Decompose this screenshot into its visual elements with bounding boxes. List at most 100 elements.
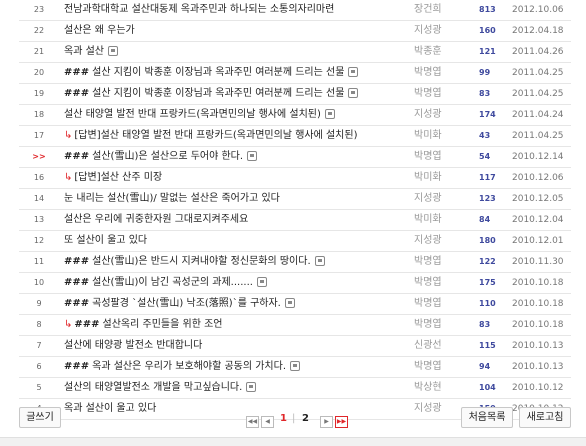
post-title-text[interactable]: 설산(雪山)은 설산으로 두어야 한다. [92,151,243,162]
post-number: 8 [36,320,42,329]
post-author[interactable]: 박명엽 [414,294,462,314]
post-title-text[interactable]: 설산옥리 주민들을 위한 조언 [103,319,223,330]
post-author[interactable]: 지성광 [414,189,462,209]
post-prefix: ### [64,256,90,267]
post-date: 2010.10.18 [512,299,564,309]
list-item[interactable]: 10 ### 설산(雪山)이 남긴 곡성군의 과제....... 박명엽 175 2010… [19,273,571,294]
post-author[interactable]: 신광선 [414,336,462,356]
post-author[interactable]: 박명엽 [414,147,462,167]
post-date: 2010.10.13 [512,341,564,351]
post-title-text[interactable]: 설산 지킴이 박종훈 이장님과 옥과주민 여러분께 드리는 선물 [92,88,344,99]
post-author[interactable]: 박명엽 [414,63,462,83]
post-title[interactable]: 설산의 태양열발전소 개발을 막고싶습니다. [64,378,414,398]
post-title-text[interactable]: 전남과학대학교 설산대동제 옥과주민과 하나되는 소통의자리마련 [64,4,334,15]
post-views: 110 [479,299,496,308]
post-title[interactable]: ### 설산(雪山)이 남긴 곡성군의 과제....... [64,273,414,293]
write-button[interactable]: 글쓰기 [19,407,61,428]
first-list-button[interactable]: 처음목록 [461,407,513,428]
list-item[interactable]: 5 설산의 태양열발전소 개발을 막고싶습니다. 박상현 104 2010.10.12 [19,378,571,399]
list-item[interactable]: 14 눈 내리는 설산(雪山)/ 말없는 설산은 죽어가고 있다 지성광 123 201… [19,189,571,210]
attachment-icon [107,46,118,56]
post-prefix: ### [64,67,90,78]
post-title[interactable]: ↳ ### 설산옥리 주민들을 위한 조언 [64,315,414,335]
post-author[interactable]: 박명엽 [414,315,462,335]
post-author[interactable]: 박명엽 [414,273,462,293]
list-item[interactable]: 12 또 설산이 울고 있다 지성광 180 2010.12.01 [19,231,571,252]
list-item[interactable]: 19 ### 설산 지킴이 박종훈 이장님과 옥과주민 여러분께 드리는 선물 박명엽… [19,84,571,105]
post-number: 20 [33,68,45,77]
list-item[interactable]: 7 설산에 태양광 발전소 반대합니다 신광선 115 2010.10.13 [19,336,571,357]
list-item[interactable]: 20 ### 설산 지킴이 박종훈 이장님과 옥과주민 여러분께 드리는 선물 박명엽… [19,63,571,84]
post-author[interactable]: 박명엽 [414,84,462,104]
list-item[interactable]: 6 ### 옥과 설산은 우리가 보호해야할 공동의 가치다. 박명엽 94 2010.1… [19,357,571,378]
post-title-text[interactable]: 설산(雪山)이 남긴 곡성군의 과제....... [92,277,253,288]
post-prefix: ### [64,151,90,162]
post-number: 6 [36,362,42,371]
prev-page-icon[interactable]: ◀ [261,416,274,428]
list-item[interactable]: 18 설산 태양열 발전 반대 프랑카드(옥과면민의날 행사에 설치된) 지성광 17… [19,105,571,126]
post-title[interactable]: 설산은 왜 우는가 [64,21,414,41]
post-title[interactable]: ↳ [답변]설산 태양열 발전 반대 프랑카드(옥과면민의날 행사에 설치된) [64,126,414,146]
post-title[interactable]: 설산은 우리에 귀중한자원 그대로지켜주세요 [64,210,414,230]
post-title-text[interactable]: 또 설산이 울고 있다 [64,235,147,246]
page-2-link[interactable]: 2 [302,413,309,424]
post-title[interactable]: ### 옥과 설산은 우리가 보호해야할 공동의 가치다. [64,357,414,377]
post-views: 83 [479,320,491,329]
post-number: 9 [36,299,42,308]
list-item[interactable]: 23 전남과학대학교 설산대동제 옥과주민과 하나되는 소통의자리마련 장건희 813… [19,0,571,21]
post-author[interactable]: 박미화 [414,126,462,146]
post-title[interactable]: 눈 내리는 설산(雪山)/ 말없는 설산은 죽어가고 있다 [64,189,414,209]
post-author[interactable]: 지성광 [414,21,462,41]
post-title[interactable]: ### 곡성팔경 `설산(雪山) 낙조(落照)`를 구하자. [64,294,414,314]
post-title-text[interactable]: 설산 지킴이 박종훈 이장님과 옥과주민 여러분께 드리는 선물 [92,67,344,78]
post-title-text[interactable]: 설산 태양열 발전 반대 프랑카드(옥과면민의날 행사에 설치된) [64,109,321,120]
post-title[interactable]: 또 설산이 울고 있다 [64,231,414,251]
refresh-button[interactable]: 새로고침 [519,407,571,428]
post-author[interactable]: 지성광 [414,231,462,251]
post-author[interactable]: 지성광 [414,105,462,125]
first-page-icon[interactable]: ◀◀ [246,416,259,428]
list-item[interactable]: 8 ↳ ### 설산옥리 주민들을 위한 조언 박명엽 83 2010.10.18 [19,315,571,336]
post-title[interactable]: 전남과학대학교 설산대동제 옥과주민과 하나되는 소통의자리마련 [64,0,414,20]
post-title-text[interactable]: 설산은 왜 우는가 [64,25,135,36]
post-title-text[interactable]: 옥과 설산 [64,46,104,57]
page-1-link[interactable]: 1 [280,413,287,424]
post-title-text[interactable]: 설산에 태양광 발전소 반대합니다 [64,340,202,351]
post-title-text[interactable]: 옥과 설산은 우리가 보호해야할 공동의 가치다. [92,361,286,372]
post-author[interactable]: 박명엽 [414,252,462,272]
post-title[interactable]: 설산에 태양광 발전소 반대합니다 [64,336,414,356]
post-title-text[interactable]: 설산의 태양열발전소 개발을 막고싶습니다. [64,382,242,393]
post-title-text[interactable]: 눈 내리는 설산(雪山)/ 말없는 설산은 죽어가고 있다 [64,193,280,204]
next-page-icon[interactable]: ▶ [320,416,333,428]
list-item[interactable]: 13 설산은 우리에 귀중한자원 그대로지켜주세요 박미화 84 2010.12.04 [19,210,571,231]
attachment-icon [247,151,258,161]
post-title-text[interactable]: [답변]설산 산주 미장 [74,172,162,183]
post-author[interactable]: 박상현 [414,378,462,398]
post-title[interactable]: ### 설산(雪山)은 반드시 지켜내야할 정신문화의 땅이다. [64,252,414,272]
post-views: 43 [479,131,491,140]
post-author[interactable]: 박명엽 [414,357,462,377]
post-author[interactable]: 박미화 [414,168,462,188]
list-item[interactable]: 11 ### 설산(雪山)은 반드시 지켜내야할 정신문화의 땅이다. 박명엽 122 2… [19,252,571,273]
last-page-icon[interactable]: ▶▶ [335,416,348,428]
post-title-text[interactable]: 곡성팔경 `설산(雪山) 낙조(落照)`를 구하자. [92,298,281,309]
list-item[interactable]: 21 옥과 설산 박종훈 121 2011.04.26 [19,42,571,63]
list-item[interactable]: 9 ### 곡성팔경 `설산(雪山) 낙조(落照)`를 구하자. 박명엽 110 2010… [19,294,571,315]
post-author[interactable]: 장건희 [414,0,462,20]
post-title[interactable]: 옥과 설산 [64,42,414,62]
post-title-text[interactable]: 설산은 우리에 귀중한자원 그대로지켜주세요 [64,214,248,225]
post-title[interactable]: ### 설산 지킴이 박종훈 이장님과 옥과주민 여러분께 드리는 선물 [64,63,414,83]
list-item[interactable]: 17 ↳ [답변]설산 태양열 발전 반대 프랑카드(옥과면민의날 행사에 설치된)… [19,126,571,147]
post-number: >> [32,152,46,161]
list-item[interactable]: 16 ↳ [답변]설산 산주 미장 박미화 117 2010.12.06 [19,168,571,189]
post-title[interactable]: 설산 태양열 발전 반대 프랑카드(옥과면민의날 행사에 설치된) [64,105,414,125]
post-title[interactable]: ### 설산(雪山)은 설산으로 두어야 한다. [64,147,414,167]
list-item[interactable]: 22 설산은 왜 우는가 지성광 160 2012.04.18 [19,21,571,42]
post-author[interactable]: 박종훈 [414,42,462,62]
post-title[interactable]: ### 설산 지킴이 박종훈 이장님과 옥과주민 여러분께 드리는 선물 [64,84,414,104]
post-author[interactable]: 박미화 [414,210,462,230]
post-title-text[interactable]: 설산(雪山)은 반드시 지켜내야할 정신문화의 땅이다. [92,256,311,267]
list-item[interactable]: >> ### 설산(雪山)은 설산으로 두어야 한다. 박명엽 54 2010.12.14 [19,147,571,168]
post-title-text[interactable]: [답변]설산 태양열 발전 반대 프랑카드(옥과면민의날 행사에 설치된) [74,130,357,141]
post-title[interactable]: ↳ [답변]설산 산주 미장 [64,168,414,188]
